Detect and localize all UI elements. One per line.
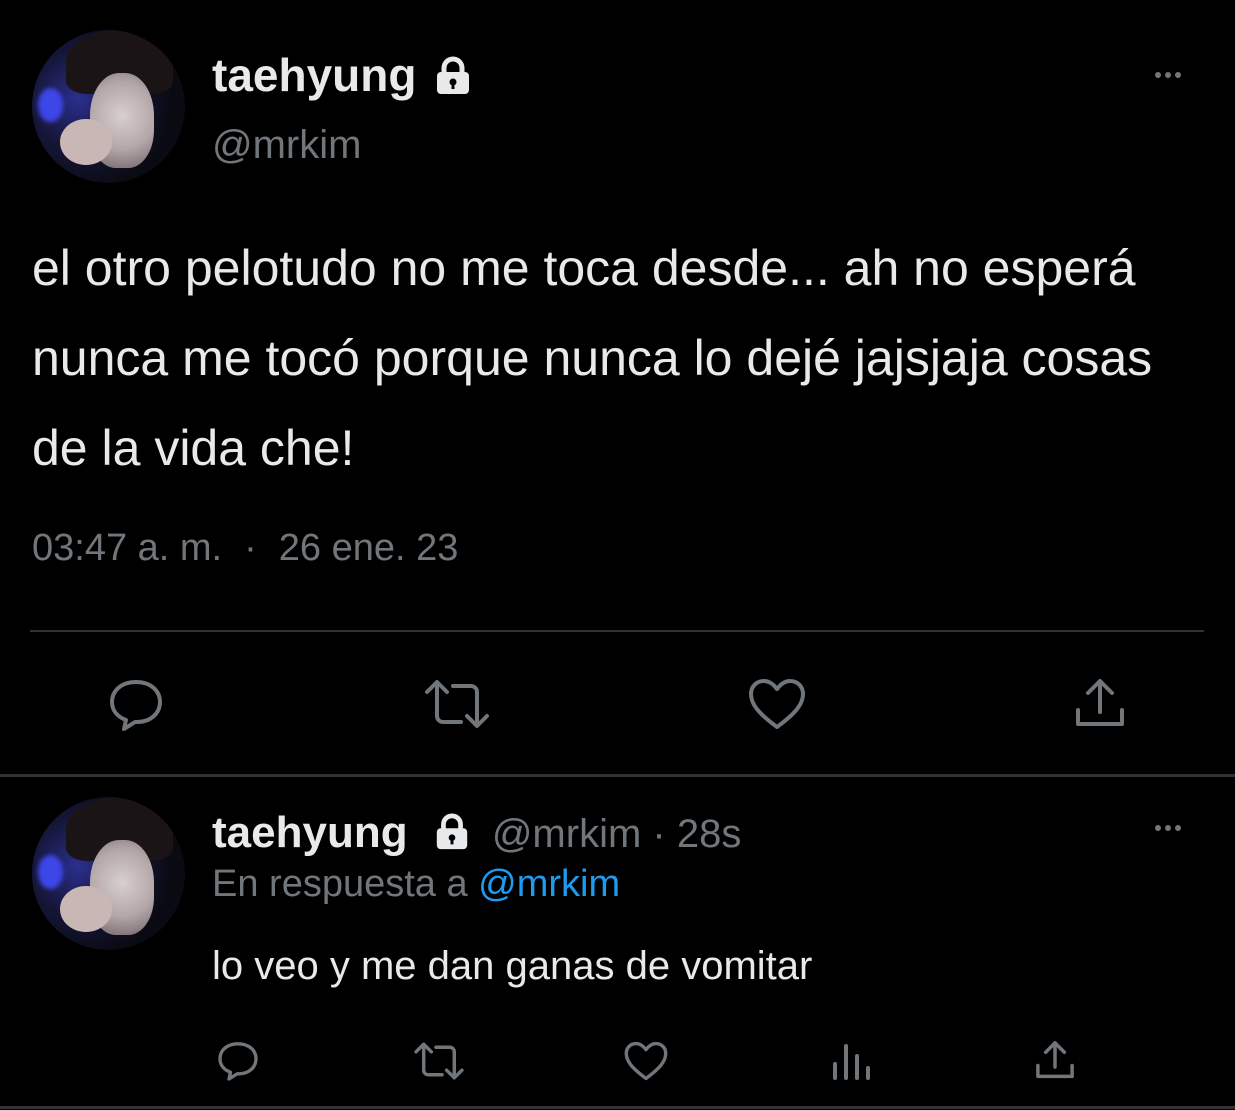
tweet-timestamp[interactable]: 03:47 a. m. · 26 ene. 23: [32, 527, 458, 570]
like-heart-icon[interactable]: [748, 678, 806, 730]
avatar[interactable]: [32, 30, 185, 183]
lock-icon: [437, 56, 469, 94]
main-tweet: taehyung @mrkim el otro pelotudo no me t…: [0, 0, 1235, 775]
tweet-age[interactable]: 28s: [677, 812, 742, 856]
avatar[interactable]: [32, 797, 185, 950]
more-options-icon[interactable]: [1155, 72, 1181, 78]
reply-prefix: En respuesta a: [212, 863, 468, 905]
reply-header: taehyung @mrkim · 28s: [212, 808, 741, 858]
author-handle[interactable]: @mrkim: [492, 812, 641, 856]
author-name[interactable]: taehyung: [212, 808, 408, 857]
share-icon[interactable]: [1034, 1039, 1076, 1081]
retweet-icon[interactable]: [423, 678, 491, 730]
tweet-date: 26 ene. 23: [278, 527, 459, 569]
share-icon[interactable]: [1073, 676, 1127, 730]
tweet-time: 03:47 a. m.: [32, 527, 223, 569]
reply-icon[interactable]: [216, 1040, 260, 1082]
divider: [30, 630, 1204, 632]
more-options-icon[interactable]: [1155, 825, 1181, 831]
tweet-text: el otro pelotudo no me toca desde... ah …: [32, 240, 1167, 476]
like-heart-icon[interactable]: [624, 1041, 668, 1081]
reply-icon[interactable]: [107, 677, 165, 733]
author-name[interactable]: taehyung: [212, 48, 416, 102]
divider: [0, 1106, 1235, 1109]
reply-context: En respuesta a @mrkim: [212, 863, 620, 906]
meta-separator: ·: [244, 527, 257, 569]
tweet-text: lo veo y me dan ganas de vomitar: [212, 944, 813, 988]
views-chart-icon[interactable]: [830, 1040, 872, 1082]
lock-icon: [436, 813, 467, 850]
reply-mention-link[interactable]: @mrkim: [478, 863, 620, 905]
retweet-icon[interactable]: [413, 1041, 465, 1081]
meta-separator: ·: [652, 812, 666, 856]
author-handle[interactable]: @mrkim: [212, 123, 361, 168]
